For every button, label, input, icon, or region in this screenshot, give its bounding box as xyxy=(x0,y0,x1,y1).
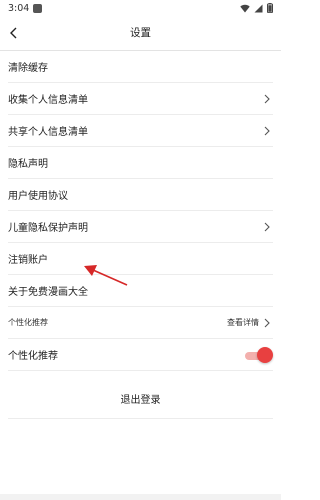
settings-list: 清除缓存 收集个人信息清单 共享个人信息清单 隐私声明 用户使用协议 儿童隐私保… xyxy=(0,51,281,419)
child-privacy-item[interactable]: 儿童隐私保护声明 xyxy=(8,211,273,243)
app-notification-icon xyxy=(33,4,42,13)
view-details-label: 查看详情 xyxy=(227,318,259,327)
chevron-right-icon xyxy=(261,221,273,233)
signal-icon xyxy=(254,4,263,12)
chevron-right-icon xyxy=(261,125,273,137)
user-agreement-item[interactable]: 用户使用协议 xyxy=(8,179,273,211)
about-label: 关于免费漫画大全 xyxy=(8,287,88,298)
privacy-statement-item[interactable]: 隐私声明 xyxy=(8,147,273,179)
clear-cache-item[interactable]: 清除缓存 xyxy=(8,51,273,83)
collect-info-list-item[interactable]: 收集个人信息清单 xyxy=(8,83,273,115)
battery-icon xyxy=(267,3,273,13)
status-bar: 3:04 xyxy=(0,0,281,18)
status-indicators xyxy=(240,3,273,13)
chevron-right-icon xyxy=(261,93,273,105)
logout-button[interactable]: 退出登录 xyxy=(8,379,273,419)
view-details-link[interactable]: 查看详情 xyxy=(227,317,273,329)
share-info-list-item[interactable]: 共享个人信息清单 xyxy=(8,115,273,147)
header: 设置 xyxy=(0,18,281,48)
toggle-knob xyxy=(257,346,273,363)
bottom-edge xyxy=(0,494,281,500)
personalization-section-title: 个性化推荐 xyxy=(8,318,48,327)
cancel-account-label: 注销账户 xyxy=(8,255,48,266)
clear-cache-label: 清除缓存 xyxy=(8,63,48,74)
child-privacy-label: 儿童隐私保护声明 xyxy=(8,223,88,234)
personalization-toggle[interactable] xyxy=(243,346,273,363)
share-info-list-label: 共享个人信息清单 xyxy=(8,127,88,138)
personalization-toggle-label: 个性化推荐 xyxy=(8,351,58,362)
wifi-icon xyxy=(240,4,250,12)
collect-info-list-label: 收集个人信息清单 xyxy=(8,95,88,106)
personalization-toggle-item: 个性化推荐 xyxy=(8,339,273,371)
cancel-account-item[interactable]: 注销账户 xyxy=(8,243,273,275)
user-agreement-label: 用户使用协议 xyxy=(8,191,68,202)
chevron-right-icon xyxy=(261,317,273,329)
page-title: 设置 xyxy=(130,27,151,39)
status-time: 3:04 xyxy=(8,3,30,14)
personalization-section-header: 个性化推荐 查看详情 xyxy=(8,307,273,339)
about-item[interactable]: 关于免费漫画大全 xyxy=(8,275,273,307)
logout-label: 退出登录 xyxy=(120,395,161,406)
privacy-statement-label: 隐私声明 xyxy=(8,159,48,170)
